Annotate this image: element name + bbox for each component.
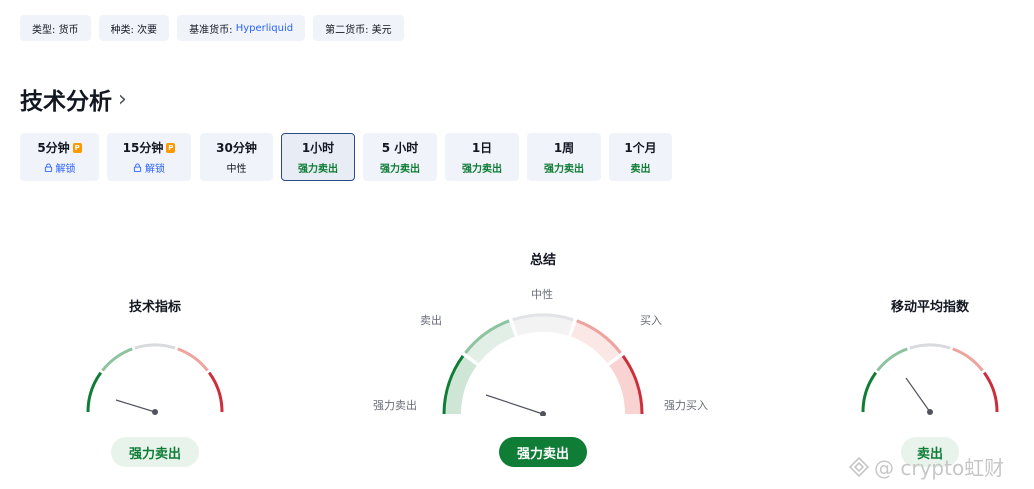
tab-1h[interactable]: 1小时 强力卖出 xyxy=(281,133,355,181)
summary-arc-buy-fill xyxy=(570,319,622,364)
tab-15min-status[interactable]: 解锁 xyxy=(145,160,165,175)
tab-1d-status: 强力卖出 xyxy=(462,164,502,175)
section-title-text: 技术分析 xyxy=(20,89,112,115)
gauge-arc-neutral xyxy=(134,343,176,350)
tag-quote-value: 美元 xyxy=(371,24,392,36)
tag-base-currency[interactable]: 基准货币: Hyperliquid xyxy=(177,15,306,41)
gauge-arc-buy xyxy=(177,347,209,372)
gauge-needle xyxy=(115,399,156,413)
lock-icon xyxy=(133,163,142,172)
moving-averages-gauge xyxy=(861,343,999,415)
summary-label-strong-sell: 强力卖出 xyxy=(373,399,417,412)
summary-label-strong-buy: 强力买入 xyxy=(664,399,708,412)
gauge-arc-strong-sell xyxy=(861,371,878,413)
tab-1m-label: 1个月 xyxy=(624,141,657,155)
tag-type-label: 类型: xyxy=(32,24,56,36)
gauge-arc-strong-buy xyxy=(982,371,999,413)
pro-badge-icon: P xyxy=(72,142,82,153)
tag-type[interactable]: 类型: 货币 xyxy=(20,15,91,41)
tab-5h-label: 5 小时 xyxy=(381,141,419,155)
tab-5min-label: 5分钟 xyxy=(37,141,70,155)
tag-category-value: 次要 xyxy=(137,24,158,36)
tab-15min[interactable]: 15分钟 P 解锁 xyxy=(107,133,191,181)
tag-quote-label: 第二货币: xyxy=(325,24,369,36)
summary-arc-neutral-fill xyxy=(512,313,574,336)
watermark: @ crypto虹财 xyxy=(848,452,1004,481)
tab-1h-status: 强力卖出 xyxy=(298,164,338,175)
gauge-arc-strong-sell xyxy=(86,371,103,413)
tab-30min-label: 30分钟 xyxy=(216,141,257,155)
tag-type-value: 货币 xyxy=(58,24,79,36)
tab-15min-label: 15分钟 xyxy=(122,141,164,155)
tag-base-value-link[interactable]: Hyperliquid xyxy=(236,23,293,34)
gauge-arc-buy xyxy=(952,347,984,372)
lock-icon xyxy=(44,163,52,172)
diamond-logo-icon xyxy=(848,456,870,477)
summary-arc-sell-fill xyxy=(464,319,516,364)
gauge-arc-sell xyxy=(876,347,908,372)
gauge-needle xyxy=(905,377,931,413)
watermark-text: @ crypto虹财 xyxy=(874,456,1005,480)
moving-averages-title: 移动平均指数 xyxy=(890,300,969,315)
tab-1d-label: 1日 xyxy=(471,141,493,155)
tab-1m-status: 卖出 xyxy=(630,164,651,175)
gauge-arc-sell xyxy=(101,347,133,372)
tag-category-label: 种类: xyxy=(110,24,134,36)
symbol-tags: 类型: 货币 种类: 次要 基准货币: Hyperliquid 第二货币: 美元 xyxy=(20,15,404,41)
tab-1d[interactable]: 1日 强力卖出 xyxy=(445,133,519,181)
summary-title: 总结 xyxy=(529,253,556,268)
tab-1h-label: 1小时 xyxy=(301,141,335,155)
gauge-needle-pivot xyxy=(927,409,933,415)
tab-1m[interactable]: 1个月 卖出 xyxy=(609,133,672,181)
tab-5h-status: 强力卖出 xyxy=(380,164,420,175)
tab-1w-label: 1周 xyxy=(553,141,575,155)
gauge-arc-strong-buy xyxy=(207,371,224,413)
summary-label-neutral: 中性 xyxy=(531,288,553,301)
tag-category[interactable]: 种类: 次要 xyxy=(98,15,170,41)
gauge-needle-pivot xyxy=(152,409,158,415)
oscillators-gauge xyxy=(86,343,224,415)
technical-analysis-heading[interactable]: 技术分析 › xyxy=(20,82,127,116)
oscillators-title: 技术指标 xyxy=(128,300,181,315)
tab-5min-status[interactable]: 解锁 xyxy=(56,160,76,175)
tab-30min-status: 中性 xyxy=(226,164,247,175)
summary-gauge xyxy=(442,313,644,416)
chevron-right-icon: › xyxy=(118,86,127,112)
oscillators-result-badge: 强力卖出 xyxy=(111,437,199,467)
tab-5h[interactable]: 5 小时 强力卖出 xyxy=(363,133,437,181)
gauge-arc-neutral xyxy=(909,343,951,350)
pro-badge-icon: P xyxy=(166,142,176,153)
tag-base-label: 基准货币: xyxy=(189,24,233,36)
gauge-needle-pivot xyxy=(540,411,546,416)
tag-quote-currency[interactable]: 第二货币: 美元 xyxy=(313,15,404,41)
tab-1w[interactable]: 1周 强力卖出 xyxy=(527,133,601,181)
tab-1w-status: 强力卖出 xyxy=(544,164,584,175)
tab-30min[interactable]: 30分钟 中性 xyxy=(200,133,273,181)
tab-5min[interactable]: 5分钟 P 解锁 xyxy=(20,133,99,181)
gauge-needle xyxy=(485,394,544,415)
summary-result-badge: 强力卖出 xyxy=(499,437,587,467)
